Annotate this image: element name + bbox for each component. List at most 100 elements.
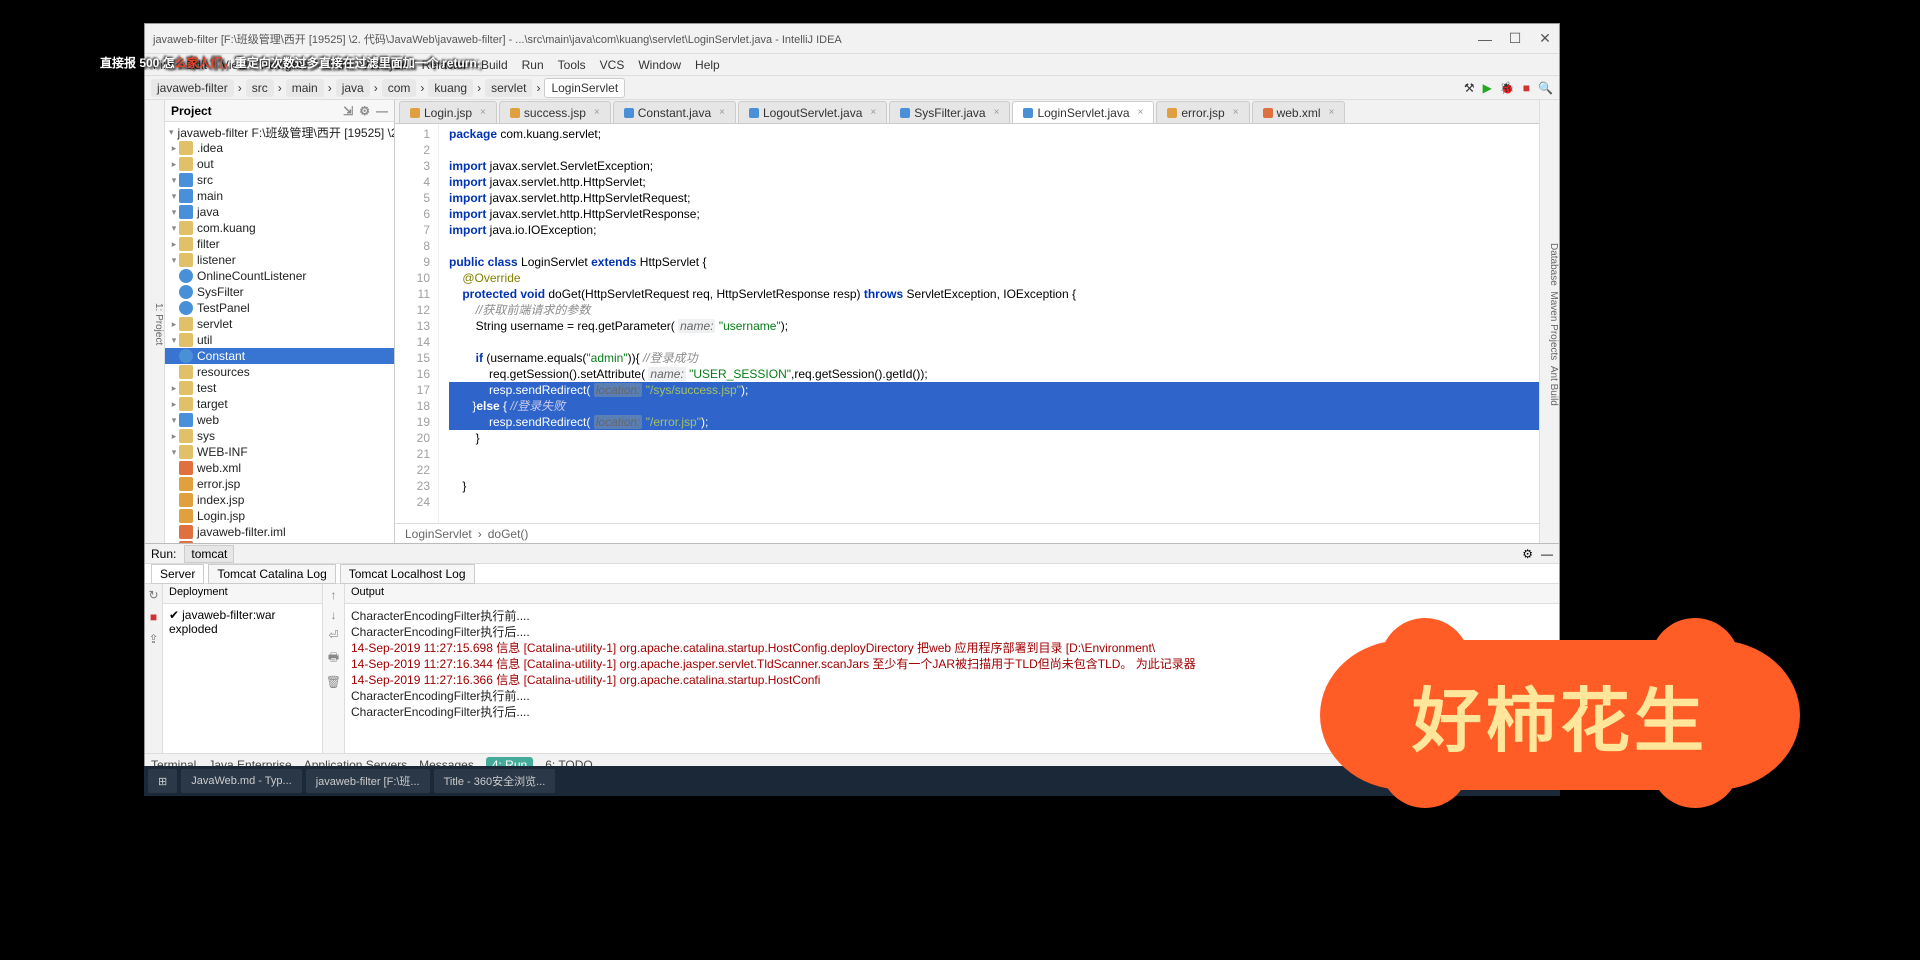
code-line[interactable]: req.getSession().setAttribute( name: "US… (449, 366, 1539, 382)
tree-node[interactable]: ▸.idea (165, 140, 394, 156)
code-line[interactable]: //获取前端请求的参数 (449, 302, 1539, 318)
run-config[interactable]: tomcat (184, 545, 234, 563)
breadcrumb-item[interactable]: com (382, 79, 417, 97)
tree-node[interactable]: ▾web (165, 412, 394, 428)
code-line[interactable]: resp.sendRedirect( location: "/sys/succe… (449, 382, 1539, 398)
tree-node[interactable]: javaweb-filter.iml (165, 524, 394, 540)
code-line[interactable]: import javax.servlet.http.HttpServletReq… (449, 190, 1539, 206)
minimize-panel-icon[interactable]: — (1541, 547, 1553, 561)
print-icon[interactable]: 🖶 (328, 648, 339, 669)
tree-node[interactable]: web.xml (165, 460, 394, 476)
project-tree[interactable]: ▾javaweb-filter F:\班级管理\西开 [19525] \2. 代… (165, 122, 394, 543)
editor-tab[interactable]: Login.jsp× (399, 101, 497, 123)
rerun-icon[interactable]: ↻ (148, 588, 158, 602)
stop-icon[interactable]: ■ (1523, 81, 1530, 95)
stop-icon[interactable]: ■ (150, 610, 157, 624)
code-line[interactable]: @Override (449, 270, 1539, 286)
crumb-class[interactable]: LoginServlet (405, 527, 472, 541)
editor-tab[interactable]: SysFilter.java× (889, 101, 1010, 123)
tree-node[interactable]: ▾WEB-INF (165, 444, 394, 460)
code-line[interactable] (449, 462, 1539, 478)
close-tab-icon[interactable]: × (594, 107, 600, 118)
tree-node[interactable]: SysFilter (165, 284, 394, 300)
breadcrumb-item[interactable]: java (336, 79, 370, 97)
editor-tab[interactable]: success.jsp× (499, 101, 611, 123)
tree-node[interactable]: ▾java (165, 204, 394, 220)
tree-node[interactable]: TestPanel (165, 300, 394, 316)
breadcrumb-item[interactable]: servlet (485, 79, 532, 97)
collapse-icon[interactable]: ⇲ (343, 104, 353, 118)
code-line[interactable]: import javax.servlet.http.HttpServlet; (449, 174, 1539, 190)
code-line[interactable] (449, 494, 1539, 510)
editor-tab[interactable]: error.jsp× (1156, 101, 1249, 123)
search-icon[interactable]: 🔍 (1538, 81, 1553, 95)
menu-help[interactable]: Help (695, 58, 720, 72)
menu-run[interactable]: Run (522, 58, 544, 72)
close-tab-icon[interactable]: × (1233, 107, 1239, 118)
editor-tab[interactable]: LoginServlet.java× (1012, 101, 1154, 123)
close-tab-icon[interactable]: × (1329, 107, 1335, 118)
hide-icon[interactable]: — (376, 104, 388, 118)
breadcrumb-item[interactable]: src (246, 79, 274, 97)
start-button[interactable]: ⊞ (148, 769, 177, 793)
gear-icon[interactable]: ⚙ (1522, 547, 1533, 561)
crumb-method[interactable]: doGet() (488, 527, 529, 541)
server-subtab[interactable]: Tomcat Localhost Log (340, 564, 475, 584)
deploy-icon[interactable]: ⇪ (148, 632, 158, 646)
code-line[interactable]: import javax.servlet.http.HttpServletRes… (449, 206, 1539, 222)
menu-vcs[interactable]: VCS (600, 58, 625, 72)
editor-tab[interactable]: LogoutServlet.java× (738, 101, 887, 123)
tree-node[interactable]: index.jsp (165, 492, 394, 508)
wrap-icon[interactable]: ⏎ (328, 628, 338, 642)
menu-build[interactable]: Build (481, 58, 508, 72)
tree-node[interactable]: error.jsp (165, 476, 394, 492)
menu-tools[interactable]: Tools (558, 58, 586, 72)
close-tab-icon[interactable]: × (719, 107, 725, 118)
settings-icon[interactable]: ⚙ (359, 104, 370, 118)
tree-node[interactable]: Login.jsp (165, 508, 394, 524)
tree-node[interactable]: ▾util (165, 332, 394, 348)
breadcrumb-item[interactable]: main (286, 79, 324, 97)
tree-node[interactable]: ▸filter (165, 236, 394, 252)
artifact-item[interactable]: ✔ javaweb-filter:war exploded (163, 604, 322, 753)
breadcrumb-item[interactable]: javaweb-filter (151, 79, 234, 97)
tree-node[interactable]: ▾javaweb-filter F:\班级管理\西开 [19525] \2. 代… (165, 124, 394, 140)
code-line[interactable]: resp.sendRedirect( location: "/error.jsp… (449, 414, 1539, 430)
close-icon[interactable]: ✕ (1539, 33, 1551, 45)
tree-node[interactable]: OnlineCountListener (165, 268, 394, 284)
tree-node[interactable]: ▾main (165, 188, 394, 204)
code-line[interactable]: if (username.equals("admin")){ //登录成功 (449, 350, 1539, 366)
tree-node[interactable]: resources (165, 364, 394, 380)
close-tab-icon[interactable]: × (480, 107, 486, 118)
code-editor[interactable]: 123456789101112131415161718192021222324 … (395, 124, 1539, 523)
tree-node[interactable]: ▸out (165, 156, 394, 172)
taskbar-item[interactable]: Title - 360安全浏览... (434, 769, 556, 793)
debug-icon[interactable]: 🐞 (1500, 81, 1515, 95)
code-line[interactable]: package com.kuang.servlet; (449, 126, 1539, 142)
code-line[interactable]: protected void doGet(HttpServletRequest … (449, 286, 1539, 302)
code-line[interactable]: } (449, 430, 1539, 446)
code-line[interactable]: }else { //登录失败 (449, 398, 1539, 414)
up-icon[interactable]: ↑ (331, 588, 337, 602)
tree-node[interactable]: ▸sys (165, 428, 394, 444)
code-line[interactable]: } (449, 478, 1539, 494)
taskbar-item[interactable]: JavaWeb.md - Typ... (181, 769, 301, 793)
code-line[interactable]: String username = req.getParameter( name… (449, 318, 1539, 334)
maximize-icon[interactable]: ☐ (1509, 33, 1521, 45)
run-icon[interactable]: ▶ (1483, 81, 1492, 95)
minimize-icon[interactable]: — (1479, 33, 1491, 45)
tree-node[interactable]: ▸test (165, 380, 394, 396)
tree-node[interactable]: ▸servlet (165, 316, 394, 332)
editor-tab[interactable]: web.xml× (1252, 101, 1346, 123)
tree-node[interactable]: Constant (165, 348, 394, 364)
code-content[interactable]: package com.kuang.servlet; import javax.… (439, 124, 1539, 523)
code-line[interactable] (449, 142, 1539, 158)
tree-node[interactable]: ▸target (165, 396, 394, 412)
tree-node[interactable]: ▾com.kuang (165, 220, 394, 236)
code-line[interactable] (449, 446, 1539, 462)
code-line[interactable]: import java.io.IOException; (449, 222, 1539, 238)
breadcrumb-item[interactable]: LoginServlet (544, 78, 625, 98)
server-subtab[interactable]: Tomcat Catalina Log (208, 564, 335, 584)
down-icon[interactable]: ↓ (331, 608, 337, 622)
editor-tab[interactable]: Constant.java× (613, 101, 736, 123)
